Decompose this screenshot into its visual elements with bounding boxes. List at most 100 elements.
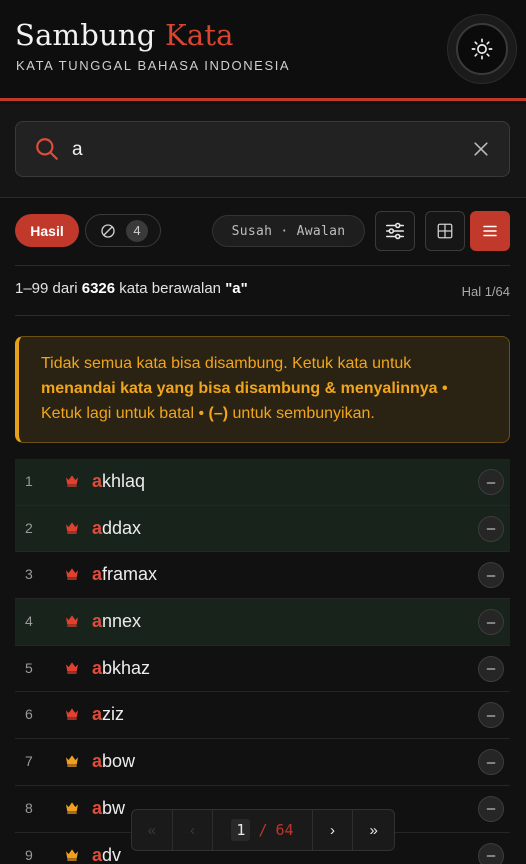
current-page[interactable]: 1 <box>231 819 251 841</box>
search-input[interactable] <box>72 136 452 164</box>
word-text[interactable]: abw <box>92 798 125 819</box>
word-prefix: a <box>92 517 103 538</box>
hidden-icon <box>101 223 115 238</box>
word-text[interactable]: abow <box>92 751 135 772</box>
row-number: 1 <box>25 473 33 489</box>
results-summary: 1–99 dari 6326 kata berawalan "a" <box>15 280 248 297</box>
notice-line3b: untuk sembunyikan. <box>232 405 375 422</box>
word-prefix: a <box>92 611 103 632</box>
first-page-button[interactable]: « <box>132 810 173 850</box>
summary-range: 1–99 <box>15 280 49 297</box>
app-title: Sambung Kata <box>15 18 234 52</box>
notice-bold2: (–) <box>208 405 229 422</box>
crown-icon <box>66 802 78 814</box>
crown-icon <box>66 568 78 581</box>
word-rest: ddax <box>102 517 142 538</box>
word-text[interactable]: akhlaq <box>92 471 145 492</box>
word-text[interactable]: aframax <box>92 564 157 585</box>
word-prefix: a <box>92 471 103 491</box>
toolbar: Hasil 4 Susah · Awalan <box>0 198 526 266</box>
crown-icon <box>66 848 78 861</box>
crown-icon <box>66 615 78 627</box>
theme-toggle-button[interactable] <box>456 23 508 75</box>
word-prefix: a <box>92 704 103 725</box>
crown-icon <box>66 522 78 534</box>
word-row[interactable]: 2 addax – <box>15 505 510 553</box>
word-row[interactable]: 7 abow – <box>15 739 510 786</box>
notice-bold1: menandai kata yang bisa disambung & meny… <box>41 380 448 397</box>
close-icon[interactable] <box>471 139 491 159</box>
prev-page-button[interactable]: ‹ <box>173 810 214 850</box>
hidden-words-tab[interactable]: 4 <box>85 214 161 247</box>
notice-line3a: Ketuk lagi untuk batal • <box>41 405 205 422</box>
sun-icon <box>471 38 493 60</box>
word-row[interactable]: 6 aziz – <box>15 692 510 740</box>
word-prefix: a <box>92 797 103 818</box>
summary-suffix: kata berawalan <box>119 280 222 297</box>
word-rest: bw <box>102 797 126 818</box>
row-number: 7 <box>25 753 33 770</box>
hide-word-button[interactable]: – <box>478 749 504 776</box>
hide-word-button[interactable]: – <box>478 609 504 636</box>
word-rest: bkhaz <box>102 657 151 678</box>
word-rest: framax <box>102 564 158 585</box>
hide-word-button[interactable]: – <box>478 469 504 495</box>
results-tab[interactable]: Hasil <box>15 214 79 247</box>
last-page-button[interactable]: » <box>353 810 394 850</box>
hide-word-button[interactable]: – <box>478 562 504 589</box>
word-prefix: a <box>92 751 103 772</box>
page-indicator: Hal 1/64 <box>461 284 510 299</box>
word-text[interactable]: abkhaz <box>92 658 150 679</box>
crown-icon <box>66 662 78 674</box>
brand-accent: Kata <box>164 18 234 52</box>
hide-word-button[interactable]: – <box>478 515 504 542</box>
brand-main: Sambung <box>15 18 156 52</box>
word-prefix: a <box>92 564 103 585</box>
row-number: 8 <box>25 799 33 816</box>
word-row[interactable]: 1 akhlaq – <box>15 459 510 506</box>
notice-line1: Tidak semua kata bisa disambung. Ketuk k… <box>41 355 412 372</box>
crown-icon <box>66 475 78 487</box>
list-view-button[interactable] <box>470 211 510 251</box>
word-prefix: a <box>92 844 103 864</box>
word-rest: ziz <box>102 704 125 725</box>
row-number: 4 <box>25 613 33 630</box>
hide-word-button[interactable]: – <box>478 842 504 864</box>
hide-word-button[interactable]: – <box>478 655 504 682</box>
row-number: 6 <box>25 706 33 723</box>
row-number: 9 <box>25 846 33 863</box>
divider <box>15 315 510 316</box>
word-text[interactable]: annex <box>92 611 141 632</box>
word-rest: khlaq <box>102 471 146 491</box>
summary-query: "a" <box>225 280 248 297</box>
sliders-icon <box>385 222 405 240</box>
page-counter: 1 / 64 <box>213 810 313 850</box>
filter-settings-button[interactable] <box>375 211 415 251</box>
pagination: « ‹ 1 / 64 › » <box>131 809 395 851</box>
next-page-button[interactable]: › <box>313 810 354 850</box>
word-row[interactable]: 4 annex – <box>15 599 510 646</box>
word-row[interactable]: 3 aframax – <box>15 552 510 600</box>
tagline: KATA TUNGGAL BAHASA INDONESIA <box>16 58 291 73</box>
total-pages: 64 <box>275 821 294 839</box>
list-icon <box>483 225 497 237</box>
summary-from: dari <box>52 280 78 297</box>
grid-view-button[interactable] <box>425 211 465 251</box>
row-number: 2 <box>25 519 33 536</box>
hide-word-button[interactable]: – <box>478 702 504 729</box>
mode-chip[interactable]: Susah · Awalan <box>212 215 365 247</box>
word-row[interactable]: 5 abkhaz – <box>15 646 510 693</box>
hide-word-button[interactable]: – <box>478 795 504 822</box>
app-header: Sambung Kata KATA TUNGGAL BAHASA INDONES… <box>0 0 526 101</box>
word-text[interactable]: addax <box>92 518 141 539</box>
search-box <box>15 121 510 177</box>
word-text[interactable]: aziz <box>92 704 124 725</box>
word-rest: bow <box>102 751 136 772</box>
row-number: 5 <box>25 659 33 676</box>
word-prefix: a <box>92 657 103 678</box>
crown-icon <box>66 708 78 721</box>
theme-toggle-ring <box>447 14 517 84</box>
word-text[interactable]: adv <box>92 845 121 864</box>
search-section <box>0 104 526 198</box>
summary-total: 6326 <box>81 280 116 297</box>
